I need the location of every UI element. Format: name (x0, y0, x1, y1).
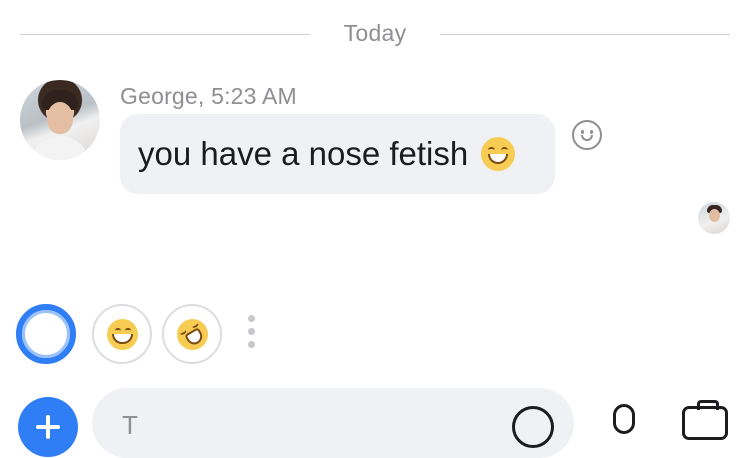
sender-avatar[interactable] (20, 80, 100, 160)
laughing-face-reaction-button[interactable] (162, 304, 222, 364)
message-text: you have a nose fetish (138, 135, 469, 172)
grinning-face-reaction-button[interactable] (92, 304, 152, 364)
more-reactions-icon[interactable] (248, 315, 256, 353)
add-attachment-button[interactable] (18, 397, 78, 457)
microphone-icon[interactable] (613, 404, 635, 434)
reaction-ring-button[interactable] (16, 304, 76, 364)
smiling-face-emoji-icon (481, 137, 516, 171)
message-bubble[interactable]: you have a nose fetish (120, 114, 555, 194)
divider-right (440, 34, 730, 35)
composer-placeholder: T (122, 410, 138, 440)
camera-icon[interactable] (682, 400, 728, 440)
message-composer[interactable]: T (92, 388, 574, 458)
read-receipt-avatar (698, 202, 730, 234)
emoji-picker-icon[interactable] (512, 406, 554, 448)
add-reaction-icon[interactable] (572, 120, 602, 150)
message-meta: George, 5:23 AM (120, 83, 297, 109)
rolling-laughing-face-icon (171, 313, 214, 356)
grinning-face-icon (107, 319, 138, 350)
